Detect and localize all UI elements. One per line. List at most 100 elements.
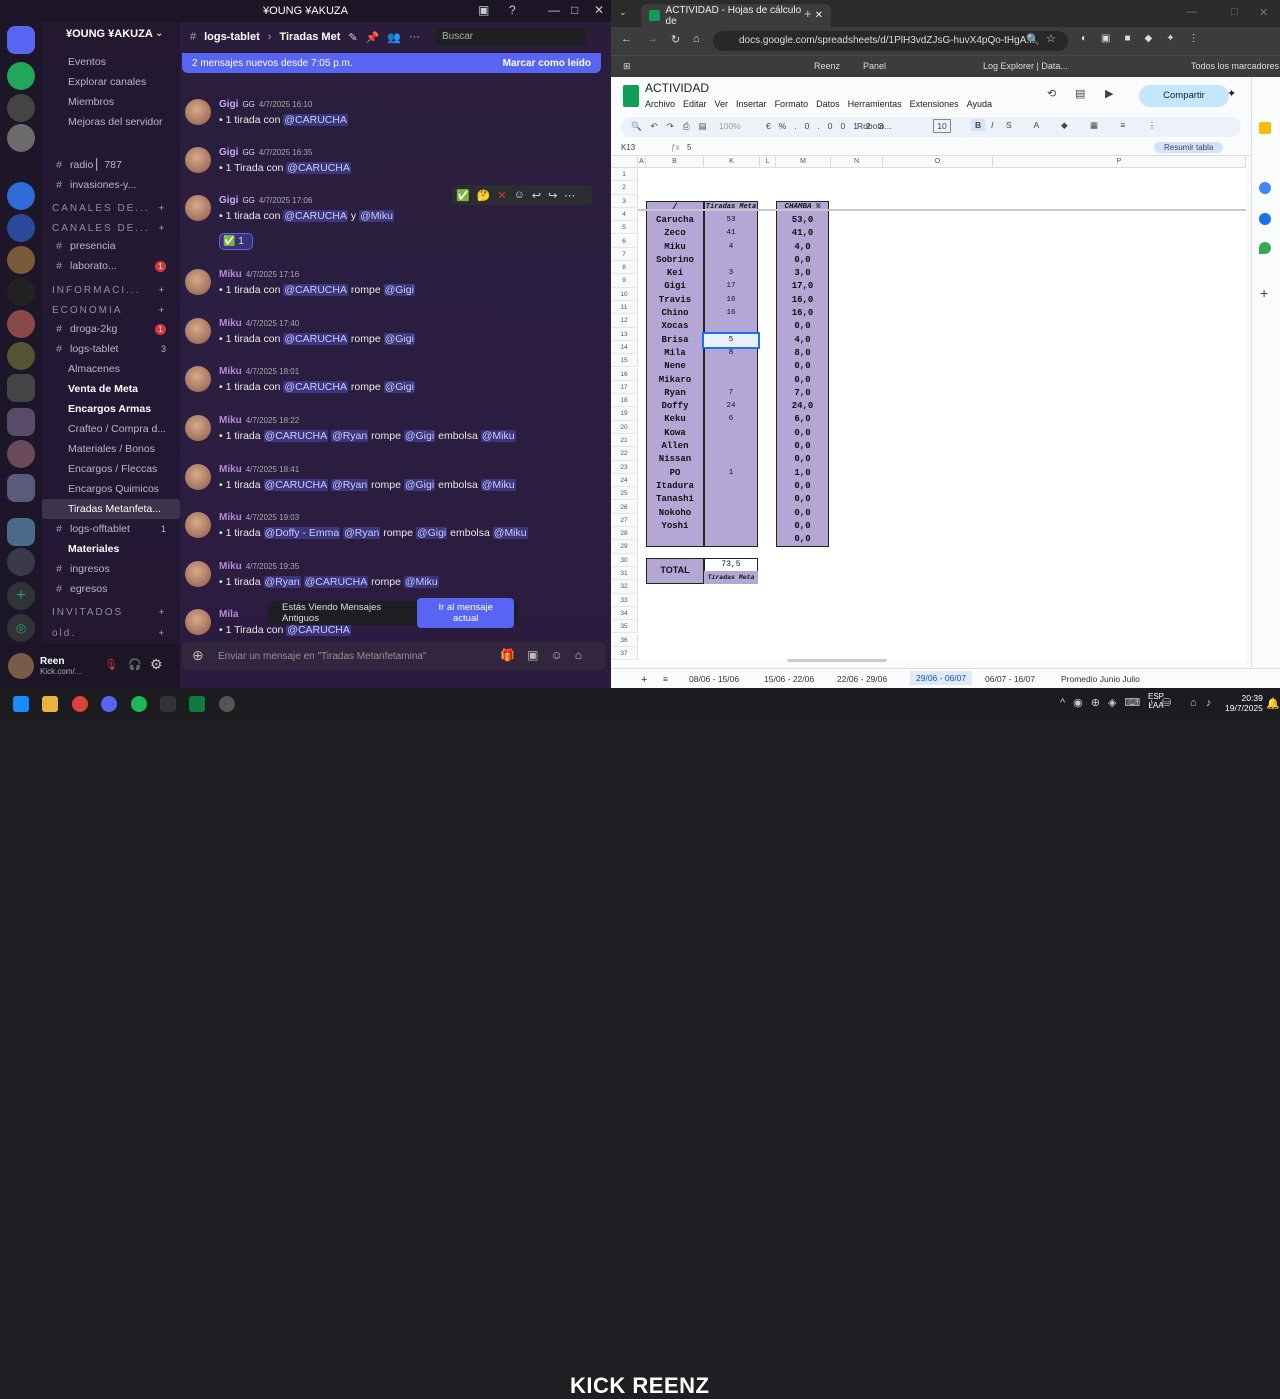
tiradas-cell[interactable]: [704, 427, 758, 440]
name-cell[interactable]: Nene: [646, 360, 704, 373]
tiradas-cell[interactable]: 53: [704, 214, 758, 227]
name-cell[interactable]: Kowa: [646, 427, 704, 440]
server-icon[interactable]: [7, 342, 35, 370]
user-mention[interactable]: @Ryan: [331, 430, 369, 442]
chamba-cell[interactable]: 24,0: [776, 400, 829, 413]
user-mention[interactable]: @Ryan: [331, 479, 369, 491]
row-header[interactable]: 30: [611, 553, 638, 567]
sheet-tab[interactable]: 22/06 - 29/06: [837, 674, 887, 684]
chamba-cell[interactable]: 0,0: [776, 374, 829, 387]
tiradas-cell[interactable]: [704, 254, 758, 267]
chamba-cell[interactable]: 0,0: [776, 427, 829, 440]
cross-reaction-icon[interactable]: ✕: [497, 189, 506, 202]
chevron-down-icon[interactable]: ⌄: [155, 28, 163, 39]
sidebar-top-item[interactable]: Miembros: [42, 92, 180, 112]
row-header[interactable]: 17: [611, 380, 638, 395]
row-header[interactable]: 4: [611, 207, 638, 222]
search-input[interactable]: Buscar: [435, 28, 586, 46]
add-addon-icon[interactable]: +: [1260, 285, 1268, 301]
spotify-icon[interactable]: [131, 696, 147, 712]
header-name-cell[interactable]: /: [646, 201, 704, 214]
name-cell[interactable]: [646, 533, 704, 546]
server-icon[interactable]: [7, 182, 35, 210]
row-header[interactable]: 37: [611, 646, 638, 661]
name-cell[interactable]: Allen: [646, 440, 704, 453]
avatar[interactable]: [185, 366, 211, 392]
name-cell[interactable]: Xocas: [646, 320, 704, 333]
menu-item[interactable]: Datos: [816, 99, 840, 109]
add-sheet-icon[interactable]: +: [641, 674, 647, 686]
user-mention[interactable]: @Gigi: [383, 381, 415, 393]
bookmark-reenz[interactable]: Reenz: [814, 61, 840, 71]
tiradas-cell[interactable]: [704, 533, 758, 546]
add-channel-icon[interactable]: +: [159, 285, 166, 295]
add-server-icon[interactable]: +: [7, 582, 35, 610]
clock[interactable]: 20:39 19/7/2025: [1225, 693, 1263, 713]
user-mention[interactable]: @Miku: [359, 210, 394, 222]
row-header[interactable]: 25: [611, 487, 638, 501]
row-header[interactable]: 20: [611, 420, 638, 434]
chamba-cell[interactable]: 7,0: [776, 387, 829, 400]
author-name[interactable]: Miku: [219, 561, 242, 572]
name-cell[interactable]: Sobrino: [646, 254, 704, 267]
channel-item[interactable]: Encargos Armas: [42, 399, 180, 419]
all-bookmarks[interactable]: Todos los marcadores: [1191, 61, 1279, 71]
name-cell[interactable]: Carucha: [646, 214, 704, 227]
home-icon[interactable]: [7, 26, 35, 54]
add-reaction-icon[interactable]: ☺: [514, 189, 525, 201]
channel-item[interactable]: Crafteo / Compra d...: [42, 419, 180, 439]
tiradas-cell[interactable]: 8: [704, 347, 758, 360]
close-icon[interactable]: ✕: [1259, 6, 1268, 19]
total-label-cell[interactable]: TOTAL: [646, 564, 704, 577]
share-button[interactable]: Compartir: [1139, 85, 1229, 107]
more-icon[interactable]: ···: [409, 31, 420, 43]
column-header[interactable]: [611, 156, 638, 168]
reload-icon[interactable]: ↻: [671, 33, 680, 46]
name-cell[interactable]: Keku: [646, 413, 704, 426]
avatar[interactable]: [185, 318, 211, 344]
name-cell[interactable]: Nokoho: [646, 507, 704, 520]
channel-item[interactable]: Encargos Quimicos: [42, 479, 180, 499]
column-header[interactable]: K: [704, 156, 760, 168]
chamba-cell[interactable]: 4,0: [776, 241, 829, 254]
author-name[interactable]: Miku: [219, 269, 242, 280]
channel-item[interactable]: # invasiones-y...: [42, 175, 180, 195]
name-cell[interactable]: Yoshi: [646, 520, 704, 533]
row-header[interactable]: 6: [611, 234, 638, 248]
history-icon[interactable]: ⟲: [1047, 87, 1056, 100]
channel-item[interactable]: Materiales: [42, 539, 180, 559]
name-cell[interactable]: PO: [646, 467, 704, 480]
channel-item[interactable]: INVITADOS +: [42, 602, 180, 622]
add-channel-icon[interactable]: +: [159, 223, 166, 233]
author-name[interactable]: Gigi: [219, 195, 238, 206]
chamba-cell[interactable]: 0,0: [776, 254, 829, 267]
chamba-cell[interactable]: 8,0: [776, 347, 829, 360]
maximize-icon[interactable]: □: [1231, 6, 1238, 18]
tiradas-cell[interactable]: [704, 507, 758, 520]
bookmark-star-icon[interactable]: ☆: [1046, 32, 1056, 45]
language-indicator[interactable]: ESP LAA: [1148, 692, 1164, 710]
sheet-tab[interactable]: Promedio Junio Julio: [1061, 674, 1140, 684]
browser-tab[interactable]: ACTIVIDAD - Hojas de cálculo de ✕: [641, 4, 831, 27]
row-header[interactable]: 5: [611, 221, 638, 235]
channel-item[interactable]: Almacenes: [42, 359, 180, 379]
contacts-icon[interactable]: [1259, 213, 1271, 225]
menu-item[interactable]: Insertar: [736, 99, 767, 109]
row-header[interactable]: 22: [611, 447, 638, 461]
row-header[interactable]: 3: [611, 194, 638, 208]
column-header[interactable]: B: [646, 156, 704, 168]
server-icon[interactable]: [7, 310, 35, 338]
maximize-icon[interactable]: □: [571, 3, 578, 17]
channel-item[interactable]: Venta de Meta: [42, 379, 180, 399]
discord-icon[interactable]: [101, 696, 117, 712]
tiradas-cell[interactable]: 16: [704, 307, 758, 320]
sidebar-top-item[interactable]: Explorar canales: [42, 72, 180, 92]
user-mention[interactable]: @Miku: [492, 527, 528, 539]
chamba-cell[interactable]: 0,0: [776, 507, 829, 520]
minimize-icon[interactable]: —: [548, 3, 560, 17]
avatar[interactable]: [8, 653, 34, 679]
chamba-cell[interactable]: 0,0: [776, 480, 829, 493]
column-header[interactable]: N: [831, 156, 883, 168]
comment-icon[interactable]: ▤: [1075, 87, 1085, 100]
author-name[interactable]: Miku: [219, 318, 242, 329]
